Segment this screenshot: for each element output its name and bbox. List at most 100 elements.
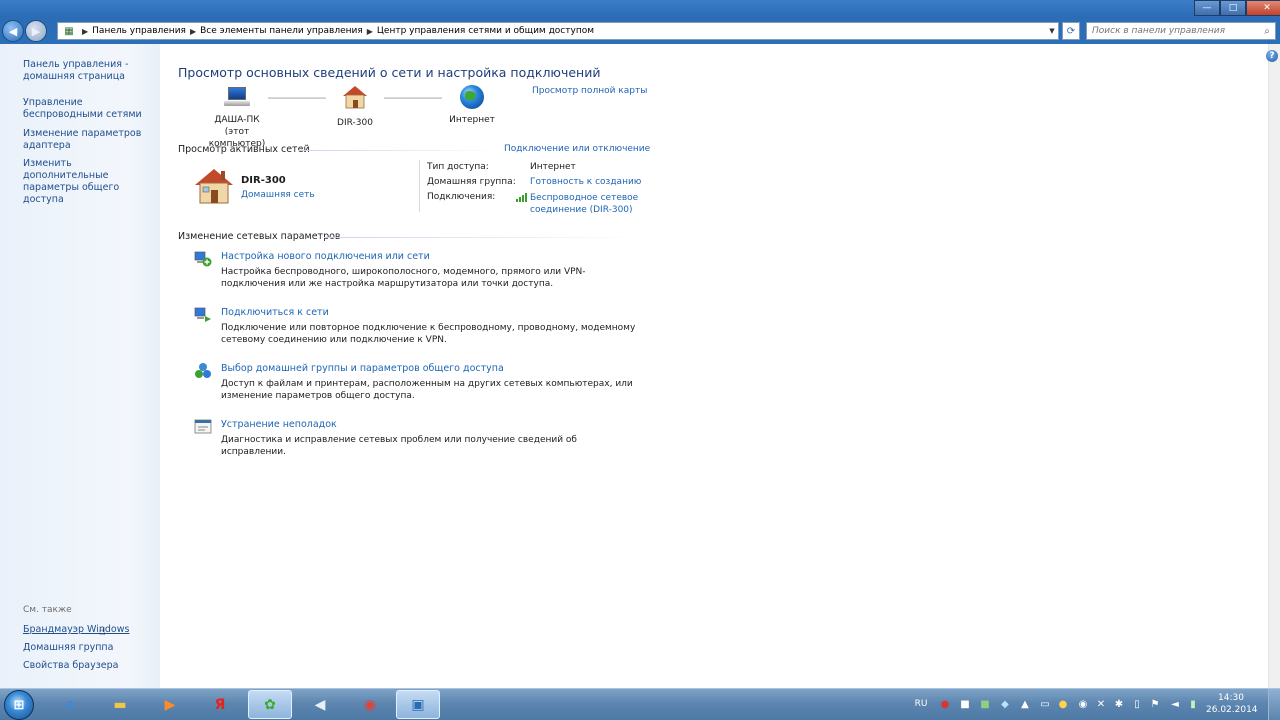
tray-app-icon[interactable]: ▭	[1038, 697, 1052, 711]
wifi-signal-icon	[516, 193, 527, 202]
tray-app-icon[interactable]: ●	[938, 697, 952, 711]
minimize-button[interactable]: —	[1194, 0, 1220, 16]
search-input[interactable]	[1087, 26, 1259, 36]
breadcrumb-network-center[interactable]: Центр управления сетями и общим доступом	[373, 26, 598, 36]
task-connect-desc: Подключение или повторное подключение к …	[221, 323, 636, 345]
homegroup-label: Домашняя группа:	[427, 177, 516, 187]
new-connection-icon	[194, 251, 212, 267]
task-troubleshoot-desc: Диагностика и исправление сетевых пробле…	[221, 435, 577, 457]
taskbar-audio[interactable]: ◀	[298, 690, 342, 719]
tray-app-icon[interactable]: ■	[958, 697, 972, 711]
taskbar-explorer[interactable]: ▬	[98, 690, 142, 719]
clock[interactable]: 14:30 26.02.2014	[1206, 692, 1258, 716]
section-divider	[298, 150, 498, 151]
map-node-computer: ДАША-ПК (этот компьютер)	[206, 87, 268, 150]
sidebar-item-adapter[interactable]: Изменение параметров адаптера	[23, 128, 158, 152]
taskbar-control-panel[interactable]: ▣	[396, 690, 440, 719]
taskbar-ie[interactable]: e	[48, 690, 92, 719]
home-network-large-icon	[195, 169, 233, 204]
arrow-left-icon: ◀	[8, 24, 18, 38]
window-controls: — □ ✕	[1194, 0, 1280, 16]
map-connector	[384, 97, 442, 99]
network-name: DIR-300	[241, 175, 286, 186]
homegroup-link[interactable]: Готовность к созданию	[530, 177, 641, 187]
search-box: ⌕	[1086, 22, 1276, 40]
volume-icon[interactable]: ◄	[1168, 697, 1182, 711]
internet-label: Интернет	[449, 115, 495, 125]
search-icon[interactable]: ⌕	[1259, 26, 1275, 37]
arrow-right-icon: ▶	[31, 24, 41, 38]
sidebar-item-sharing[interactable]: Изменить дополнительные параметры общего…	[23, 158, 158, 206]
router-name: DIR-300	[337, 118, 373, 128]
internet-explorer-icon: e	[65, 696, 75, 713]
taskbar-yandex[interactable]: Я	[198, 690, 242, 719]
help-icon[interactable]: ?	[1266, 50, 1278, 62]
refresh-button[interactable]: ⟳	[1062, 22, 1080, 40]
sidebar-item-wireless[interactable]: Управление беспроводными сетями	[23, 97, 158, 121]
active-networks-title: Просмотр активных сетей	[178, 144, 310, 155]
map-node-router: DIR-300	[330, 85, 380, 129]
view-full-map-link[interactable]: Просмотр полной карты	[532, 86, 647, 96]
connection-line-2: соединение (DIR-300)	[530, 205, 633, 215]
speaker-icon: ◀	[314, 696, 326, 713]
control-panel-icon: ▦	[64, 25, 74, 37]
icq-flower-icon: ✿	[264, 696, 276, 713]
yandex-icon: Я	[214, 696, 226, 713]
task-new-connection-link[interactable]: Настройка нового подключения или сети	[221, 251, 430, 262]
flag-icon[interactable]: ⚑	[1148, 697, 1162, 711]
bluetooth-icon[interactable]: ✱	[1112, 697, 1126, 711]
breadcrumb-control-panel[interactable]: Панель управления	[88, 26, 190, 36]
taskbar-chrome[interactable]: ◉	[348, 690, 392, 719]
taskbar-icq[interactable]: ✿	[248, 690, 292, 719]
control-panel-icon: ▣	[411, 696, 425, 713]
tray-app-icon[interactable]: ■	[978, 697, 992, 711]
connections-label: Подключения:	[427, 192, 496, 202]
language-indicator[interactable]: RU	[912, 697, 930, 711]
chevron-down-icon[interactable]: ▼	[1046, 27, 1058, 35]
tray-app-icon[interactable]: ▲	[1018, 697, 1032, 711]
tray-app-icon[interactable]: ▯	[1130, 697, 1144, 711]
network-type-link[interactable]: Домашняя сеть	[241, 190, 315, 200]
computer-icon	[224, 87, 250, 107]
access-type-value: Интернет	[530, 162, 576, 172]
scrollbar[interactable]	[1268, 44, 1280, 688]
chrome-icon: ◉	[363, 696, 377, 713]
task-connect-link[interactable]: Подключиться к сети	[221, 307, 329, 318]
refresh-icon: ⟳	[1066, 25, 1076, 37]
tray-app-icon[interactable]: ◉	[1076, 697, 1090, 711]
sidebar-item-home[interactable]: Панель управления - домашняя страница	[23, 59, 158, 83]
task-homegroup-link[interactable]: Выбор домашней группы и параметров общег…	[221, 363, 504, 374]
media-player-icon: ▶	[164, 696, 176, 713]
wireless-connection-link[interactable]: Беспроводное сетевое соединение (DIR-300…	[530, 192, 638, 216]
connect-disconnect-link[interactable]: Подключение или отключение	[504, 144, 650, 154]
maximize-button[interactable]: □	[1220, 0, 1246, 16]
breadcrumb-all-items[interactable]: Все элементы панели управления	[196, 26, 367, 36]
start-button[interactable]: ⊞	[4, 690, 34, 720]
show-desktop-button[interactable]	[1268, 689, 1280, 720]
taskbar-media-player[interactable]: ▶	[148, 690, 192, 719]
see-also-firewall[interactable]: Брандмауэр Windows	[23, 624, 158, 636]
access-type-label: Тип доступа:	[427, 162, 489, 172]
back-button[interactable]: ◀	[2, 20, 24, 42]
see-also-browser[interactable]: Свойства браузера	[23, 660, 158, 672]
clock-time: 14:30	[1218, 693, 1244, 703]
see-also-homegroup[interactable]: Домашняя группа	[23, 642, 158, 654]
close-button[interactable]: ✕	[1246, 0, 1280, 16]
clock-date: 26.02.2014	[1206, 705, 1258, 715]
address-bar[interactable]: ▦ ▶ Панель управления ▶ Все элементы пан…	[57, 22, 1059, 40]
connect-to-network-icon	[194, 307, 211, 322]
mouse-cursor-icon: ☝	[99, 625, 106, 638]
connection-line-1: Беспроводное сетевое	[530, 193, 639, 203]
homegroup-icon	[195, 363, 211, 378]
map-connector	[268, 97, 326, 99]
change-settings-title: Изменение сетевых параметров	[178, 231, 341, 242]
internet-globe-icon	[460, 85, 484, 109]
forward-button[interactable]: ▶	[25, 20, 47, 42]
folder-icon: ▬	[113, 696, 127, 713]
tray-app-icon[interactable]: ◆	[998, 697, 1012, 711]
task-troubleshoot-link[interactable]: Устранение неполадок	[221, 419, 337, 430]
tray-app-icon[interactable]: ✕	[1094, 697, 1108, 711]
network-signal-icon[interactable]: ▮	[1186, 697, 1200, 711]
tray-app-icon[interactable]: ●	[1056, 697, 1070, 711]
page-title: Просмотр основных сведений о сети и наст…	[178, 65, 601, 80]
